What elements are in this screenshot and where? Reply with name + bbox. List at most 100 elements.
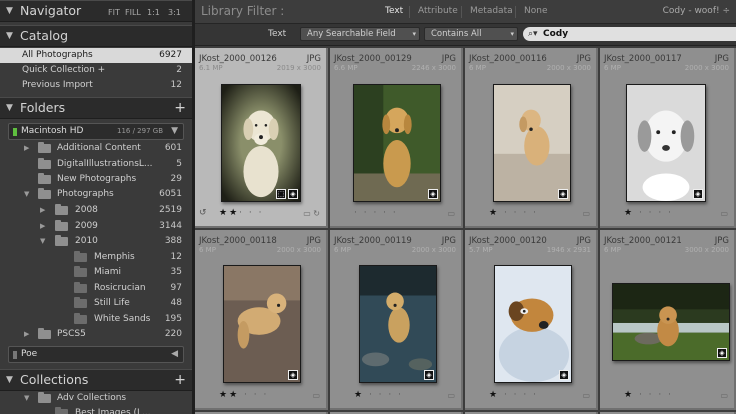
expand-triangle-icon[interactable]: ▼ [6,375,13,385]
megapixels: 6 MP [334,246,351,254]
develop-badge-icon[interactable]: ◈ [288,189,298,199]
tab-text[interactable]: Text [385,6,403,16]
folder-row[interactable]: ▼ Photographs 6051 [0,187,192,202]
folder-row[interactable]: ▶ Additional Content 601 [0,141,192,156]
folder-row[interactable]: ▶ 2008 2519 [0,203,192,218]
folder-row[interactable]: Miami 35 [0,265,192,280]
thumbnail-cell[interactable]: JKost_2000_00118 JPG 6 MP 2000 x 3000 ◈ … [195,230,328,410]
folder-row[interactable]: Still Life 48 [0,296,192,311]
catalog-item-quick-collection[interactable]: Quick Collection + 2 [0,63,192,78]
rule-dropdown[interactable]: Contains All ▾ [424,27,518,41]
develop-badge-icon[interactable]: ◈ [288,370,298,380]
star-rating[interactable]: ★ · · · · [624,208,673,218]
nav-option-fill[interactable]: FILL [125,8,141,17]
photo-thumbnail[interactable]: ◈ [626,84,706,202]
thumbnail-cell[interactable]: JKost_2000_00116 JPG 6 MP 2000 x 3000 ◈ … [465,48,598,228]
folder-collapse-icon[interactable]: ▼ [40,234,45,249]
nav-option-1-1[interactable]: 1:1 [147,8,160,17]
folder-count: 48 [170,298,182,308]
develop-badge-icon[interactable]: ◈ [428,189,438,199]
add-folder-icon[interactable]: + [174,100,186,116]
tab-separator [461,6,462,18]
expand-triangle-icon[interactable]: ▼ [6,31,13,41]
folder-expand-icon[interactable]: ▶ [40,203,45,218]
dimensions: 2019 x 3000 [276,64,321,72]
photo-thumbnail[interactable]: ◈ [494,265,572,383]
nav-option-3-1[interactable]: 3:1 [168,8,181,17]
expand-triangle-icon[interactable]: ▼ [6,103,13,113]
star-rating[interactable]: ★★ · · · [219,390,268,400]
rotate-right-icon[interactable]: ▭ ↻ [303,209,320,218]
volume-triangle-icon[interactable]: ▼ [171,124,178,139]
star-rating[interactable]: ★ · · · · [624,390,673,400]
thumbnail-cell[interactable]: JKost_2000_00117 JPG 6 MP 2000 x 3000 ◈ … [600,48,736,228]
folder-expand-icon[interactable]: ▶ [24,141,29,156]
thumbnail-cell[interactable]: JKost_2000_00129 JPG 6.6 MP 2246 x 3000 … [330,48,463,228]
star-rating[interactable]: ★ · · · · [489,208,538,218]
folder-count: 6051 [159,189,182,199]
catalog-item-all-photographs[interactable]: All Photographs 6927 [0,48,192,63]
add-collection-icon[interactable]: + [174,372,186,388]
tab-attribute[interactable]: Attribute [418,6,458,16]
develop-badge-icon[interactable]: ◈ [424,370,434,380]
volume-name: Poe [21,349,38,359]
rotate-left-icon[interactable]: ↺ [199,208,207,218]
filter-preset-dropdown[interactable]: Cody - woof! ÷ [663,6,730,16]
crop-badge-icon[interactable]: ⬚ [276,189,286,199]
megapixels: 5.7 MP [469,246,493,254]
collection-collapse-icon[interactable]: ▼ [24,391,29,406]
folder-row[interactable]: ▶ 2009 3144 [0,219,192,234]
searchable-field-dropdown[interactable]: Any Searchable Field ▾ [300,27,420,41]
navigator-header[interactable]: ▼ Navigator FIT FILL 1:1 3:1 [0,0,192,22]
folder-icon [38,328,51,339]
develop-badge-icon[interactable]: ◈ [558,189,568,199]
file-name: JKost_2000_00120 [469,236,547,246]
volume-triangle-icon[interactable]: ◀ [171,347,178,362]
tab-metadata[interactable]: Metadata [470,6,513,16]
thumbnail-cell[interactable]: JKost_2000_00121 JPG 6 MP 3000 x 2000 ◈ … [600,230,736,410]
photo-thumbnail[interactable]: ◈ [353,84,441,202]
file-extension: JPG [576,54,591,64]
thumbnail-cell[interactable]: JKost_2000_00119 JPG 6 MP 2000 x 3000 ◈ … [330,230,463,410]
folders-header[interactable]: ▼ Folders + [0,97,192,119]
folder-row[interactable]: White Sands 195 [0,312,192,327]
photo-thumbnail[interactable]: ◈ [223,265,301,383]
star-rating[interactable]: ★★· · · [219,208,263,218]
metadata-badge-icon: ▭ [582,391,590,400]
folder-row[interactable]: Memphis 12 [0,250,192,265]
photo-thumbnail[interactable]: ◈ [612,283,730,361]
folder-collapse-icon[interactable]: ▼ [24,187,29,202]
folder-row[interactable]: DigitalIllustrationsL... 5 [0,157,192,172]
photo-thumbnail[interactable]: ◈ [359,265,437,383]
photo-thumbnail[interactable]: ◈ [493,84,571,202]
volume-poe[interactable]: Poe ◀ [8,346,184,363]
nav-option-fit[interactable]: FIT [108,8,120,17]
folder-row[interactable]: Rosicrucian 97 [0,281,192,296]
develop-badge-icon[interactable]: ◈ [693,189,703,199]
collection-row[interactable]: Best Images (L... [0,406,192,414]
folder-icon [74,282,87,293]
photo-thumbnail[interactable]: ⬚ ◈ [221,84,301,202]
collapse-triangle-icon[interactable]: ▼ [6,6,13,16]
develop-badge-icon[interactable]: ◈ [717,348,727,358]
catalog-header[interactable]: ▼ Catalog [0,25,192,47]
catalog-item-previous-import[interactable]: Previous Import 12 [0,78,192,93]
file-name: JKost_2000_00129 [334,54,412,64]
collection-set-row[interactable]: ▼ Adv Collections [0,391,192,406]
collections-header[interactable]: ▼ Collections + [0,369,192,391]
folder-expand-icon[interactable]: ▶ [40,219,45,234]
volume-macintosh-hd[interactable]: Macintosh HD 116 / 297 GB ▼ [8,123,184,140]
dimensions: 2000 x 3000 [411,246,456,254]
tab-none[interactable]: None [524,6,547,16]
develop-badge-icon[interactable]: ◈ [559,370,569,380]
star-rating[interactable]: ★ · · · · [354,390,403,400]
folder-row[interactable]: ▶ PSCS5 220 [0,327,192,342]
folder-expand-icon[interactable]: ▶ [24,327,29,342]
thumbnail-cell[interactable]: JKost_2000_00126 JPG 6.1 MP 2019 x 3000 [195,48,328,228]
folder-row[interactable]: New Photographs 29 [0,172,192,187]
thumbnail-cell[interactable]: JKost_2000_00120 JPG 5.7 MP 1946 x 2931 … [465,230,598,410]
star-rating[interactable]: ★ · · · · [489,390,538,400]
search-input[interactable]: ⌕▾ Cody [523,27,736,41]
folder-row[interactable]: ▼ 2010 388 [0,234,192,249]
star-rating[interactable]: · · · · · [354,208,398,218]
